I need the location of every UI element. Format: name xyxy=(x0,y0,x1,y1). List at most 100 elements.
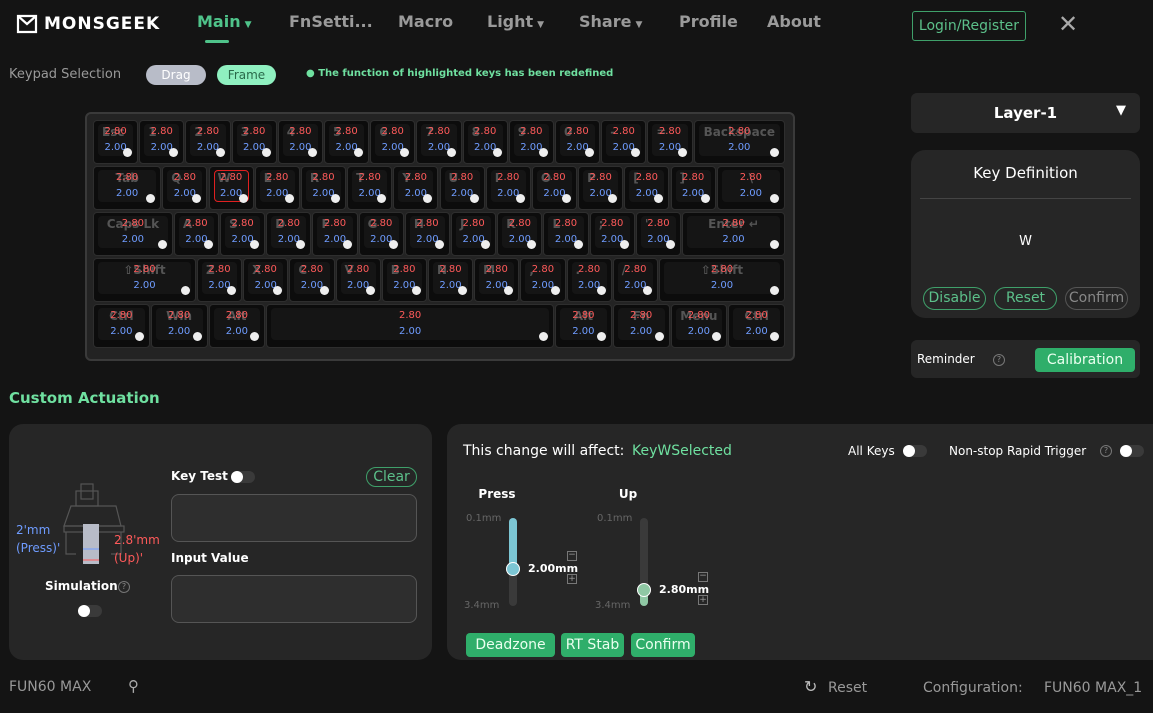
key-u[interactable]: U 2.80 2.00 xyxy=(439,166,485,210)
login-register-button[interactable]: Login/Register xyxy=(912,11,1026,41)
key-4[interactable]: 4 2.80 2.00 xyxy=(277,120,323,164)
key-8[interactable]: 8 2.80 2.00 xyxy=(462,120,508,164)
key-3[interactable]: 3 2.80 2.00 xyxy=(231,120,277,164)
help-icon[interactable]: ? xyxy=(993,354,1005,366)
key-win[interactable]: Win 2.80 2.00 xyxy=(150,304,208,348)
key-b[interactable]: B 2.80 2.00 xyxy=(381,258,427,302)
nav-tab-about[interactable]: About xyxy=(767,12,821,31)
key-menu[interactable]: Menu 2.80 2.00 xyxy=(670,304,728,348)
key-c[interactable]: C 2.80 2.00 xyxy=(289,258,335,302)
key-l[interactable]: L 2.80 2.00 xyxy=(543,212,589,256)
up-decrease-icon[interactable]: − xyxy=(698,572,708,582)
footer-reset-button[interactable]: Reset xyxy=(828,680,867,696)
input-value-field[interactable] xyxy=(171,575,417,623)
configuration-value[interactable]: FUN60 MAX_1 xyxy=(1044,680,1142,696)
up-increase-icon[interactable]: + xyxy=(698,595,708,605)
key-alt[interactable]: Alt 2.80 2.00 xyxy=(555,304,612,348)
key-v[interactable]: V 2.80 2.00 xyxy=(335,258,381,302)
key-[interactable]: ' 2.80 2.00 xyxy=(635,212,682,256)
key-[interactable]: -2.80 2.00 xyxy=(601,120,647,164)
key-[interactable]: . 2.80 2.00 xyxy=(566,258,612,302)
key-0[interactable]: 0 2.80 2.00 xyxy=(555,120,601,164)
drag-button[interactable]: Drag xyxy=(146,65,206,85)
up-slider-handle[interactable] xyxy=(637,583,651,597)
key-2[interactable]: 2 2.80 2.00 xyxy=(185,120,231,164)
deadzone-button[interactable]: Deadzone xyxy=(466,633,555,657)
key-m[interactable]: M 2.80 2.00 xyxy=(474,258,520,302)
key-e[interactable]: E 2.80 2.00 xyxy=(254,166,300,210)
key-o[interactable]: O 2.80 2.00 xyxy=(531,166,578,210)
key-[interactable]: , 2.80 2.00 xyxy=(520,258,566,302)
close-icon[interactable]: ✕ xyxy=(1058,10,1078,38)
key-alt[interactable]: Alt 2.80 2.00 xyxy=(208,304,266,348)
key-[interactable]: ] 2.80 2.00 xyxy=(670,166,716,210)
key-x[interactable]: X 2.80 2.00 xyxy=(243,258,289,302)
key-test-field[interactable] xyxy=(171,494,417,542)
nav-tab-profile[interactable]: Profile xyxy=(679,12,738,31)
key-w[interactable]: W 2.80 2.00 xyxy=(208,166,254,210)
key-p[interactable]: P 2.80 2.00 xyxy=(578,166,624,210)
key-test-toggle[interactable] xyxy=(231,471,255,483)
frame-button[interactable]: Frame xyxy=(217,65,276,85)
clear-button[interactable]: Clear xyxy=(366,467,417,487)
key-[interactable]: \ 2.80 2.00 xyxy=(716,166,785,210)
key-r[interactable]: R 2.80 2.00 xyxy=(300,166,347,210)
key-esc[interactable]: Esc 2.80 2.00 xyxy=(93,120,139,164)
key-i[interactable]: I 2.80 2.00 xyxy=(485,166,531,210)
help-icon[interactable]: ? xyxy=(1100,445,1112,457)
key-space[interactable]: 2.80 2.00 xyxy=(266,304,554,348)
key-9[interactable]: 9 2.80 2.00 xyxy=(508,120,554,164)
refresh-icon[interactable]: ↻ xyxy=(804,677,817,696)
key-a[interactable]: A 2.80 2.00 xyxy=(173,212,220,256)
all-keys-toggle[interactable] xyxy=(903,445,927,457)
nonstop-rapid-trigger-toggle[interactable] xyxy=(1120,445,1144,457)
key-j[interactable]: J 2.80 2.00 xyxy=(451,212,497,256)
nav-tab-main[interactable]: Main ▼ xyxy=(197,12,252,31)
press-increase-icon[interactable]: + xyxy=(567,573,577,584)
key-d[interactable]: D 2.80 2.00 xyxy=(266,212,312,256)
layer-dropdown[interactable]: Layer-1 ▼ xyxy=(911,93,1140,133)
nav-tab-macro[interactable]: Macro xyxy=(398,12,453,31)
device-link-icon[interactable]: ⚲ xyxy=(128,677,139,695)
key-fn[interactable]: Fn 2.80 2.00 xyxy=(612,304,670,348)
press-slider-handle[interactable] xyxy=(506,561,520,576)
key-q[interactable]: Q 2.80 2.00 xyxy=(162,166,208,210)
key-k[interactable]: K 2.80 2.00 xyxy=(497,212,543,256)
nav-tab-fnsetti[interactable]: FnSetti... xyxy=(289,12,373,31)
key-[interactable]: = 2.80 2.00 xyxy=(647,120,693,164)
key-7[interactable]: 7 2.80 2.00 xyxy=(416,120,462,164)
confirm-actuation-button[interactable]: Confirm xyxy=(631,633,695,657)
nav-tab-share[interactable]: Share ▼ xyxy=(579,12,642,31)
key-shift[interactable]: ⇧Shift 2.80 2.00 xyxy=(658,258,785,302)
simulation-toggle[interactable] xyxy=(78,605,102,617)
key-ctrl[interactable]: Ctrl 2.80 2.00 xyxy=(728,304,785,348)
key-5[interactable]: 5 2.80 2.00 xyxy=(324,120,370,164)
key-6[interactable]: 6 2.80 2.00 xyxy=(370,120,416,164)
nav-tab-light[interactable]: Light ▼ xyxy=(487,12,544,31)
key-backspace[interactable]: Backspace 2.80 2.00 xyxy=(693,120,785,164)
key-s[interactable]: S 2.80 2.00 xyxy=(220,212,266,256)
reset-button[interactable]: Reset xyxy=(994,287,1057,310)
key-f[interactable]: F 2.80 2.00 xyxy=(312,212,358,256)
key-g[interactable]: G 2.80 2.00 xyxy=(358,212,404,256)
key-[interactable]: [2.80 2.00 xyxy=(624,166,670,210)
rt-stab-button[interactable]: RT Stab xyxy=(561,633,624,657)
key-[interactable]: /2.80 2.00 xyxy=(612,258,658,302)
key-[interactable]: ; 2.80 2.00 xyxy=(589,212,635,256)
key-shift[interactable]: ⇧Shift 2.80 2.00 xyxy=(93,258,196,302)
confirm-button[interactable]: Confirm xyxy=(1065,287,1128,310)
key-tab[interactable]: Tab 2.80 2.00 xyxy=(93,166,162,210)
help-icon[interactable]: ? xyxy=(118,581,130,593)
disable-button[interactable]: Disable xyxy=(923,287,986,310)
key-t[interactable]: T 2.80 2.00 xyxy=(347,166,393,210)
calibration-button[interactable]: Calibration xyxy=(1035,348,1135,372)
key-enter[interactable]: Enter ↵ 2.80 2.00 xyxy=(682,212,785,256)
key-n[interactable]: N 2.80 2.00 xyxy=(427,258,474,302)
key-h[interactable]: H 2.80 2.00 xyxy=(404,212,451,256)
key-1[interactable]: 1 2.80 2.00 xyxy=(139,120,185,164)
key-ctrl[interactable]: Ctrl 2.80 2.00 xyxy=(93,304,150,348)
key-capslk[interactable]: Caps Lk 2.80 2.00 xyxy=(93,212,173,256)
press-decrease-icon[interactable]: − xyxy=(567,550,577,561)
key-z[interactable]: Z 2.80 2.00 xyxy=(196,258,243,302)
key-y[interactable]: Y 2.80 2.00 xyxy=(393,166,439,210)
